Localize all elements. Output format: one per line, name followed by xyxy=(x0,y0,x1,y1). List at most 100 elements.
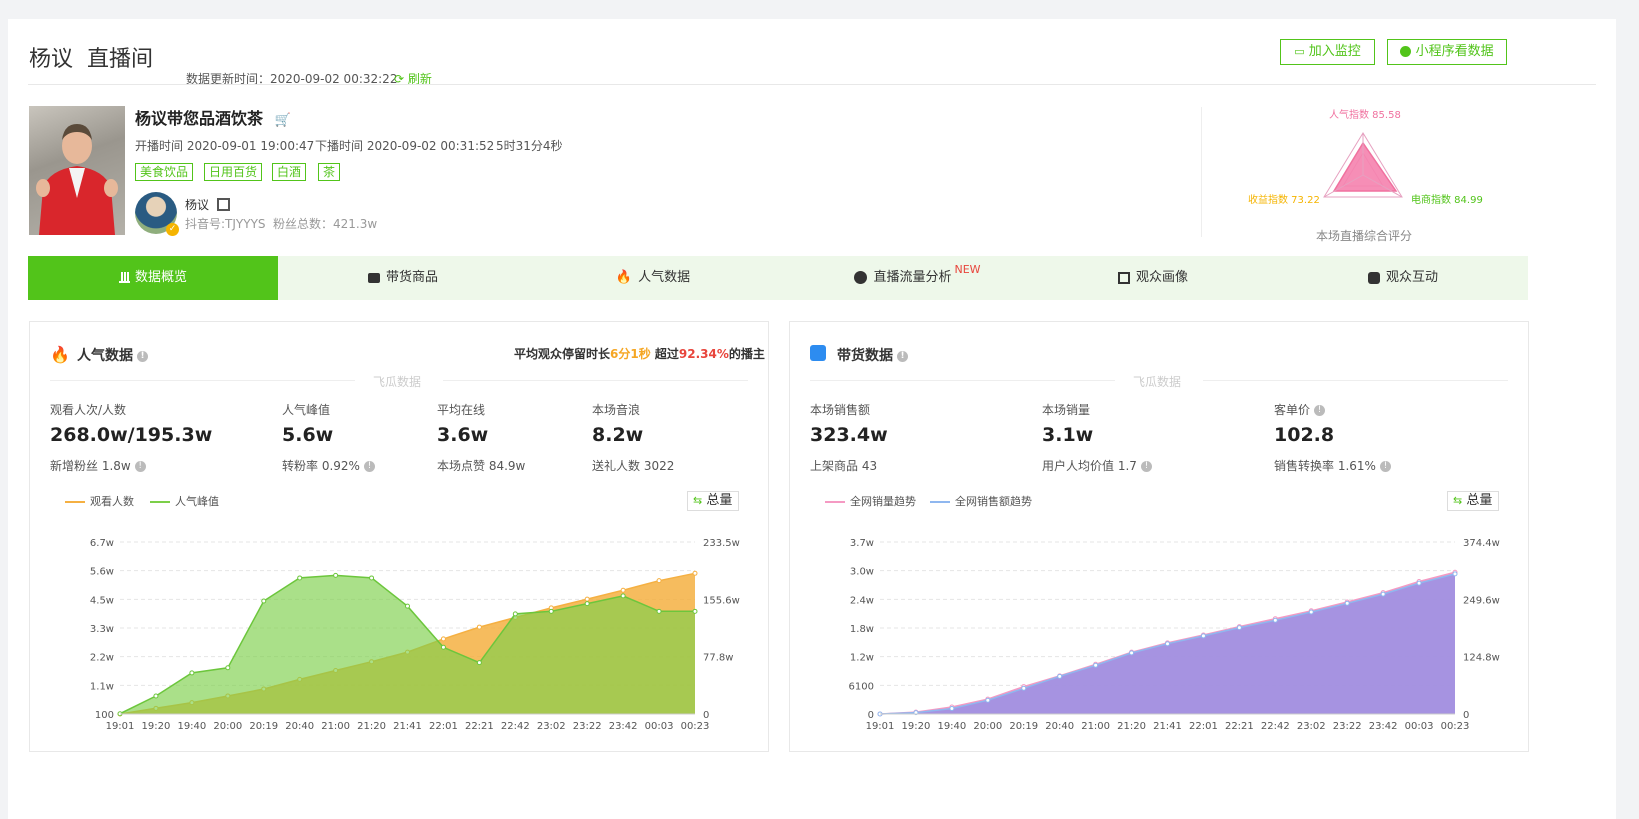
legend-volume-label: 全网销量趋势 xyxy=(850,495,916,508)
legend-peak[interactable]: 人气峰值 xyxy=(150,493,219,509)
category-tag[interactable]: 美食饮品 xyxy=(135,163,194,181)
popularity-index: 人气指数 85.58 xyxy=(1329,110,1401,121)
y-left-tick-label: 1.1w xyxy=(90,681,114,692)
stat-value: 3.6w xyxy=(437,424,489,446)
y-left-tick-label: 2.4w xyxy=(850,595,874,606)
swap-icon: ⇆ xyxy=(1453,494,1463,507)
avg-stay-time: 6分1秒 xyxy=(610,347,651,361)
info-icon[interactable]: ! xyxy=(134,461,146,472)
series-point xyxy=(584,601,590,607)
x-tick-label: 22:21 xyxy=(465,721,494,732)
tab-interaction-label: 观众互动 xyxy=(1385,270,1438,285)
total-button[interactable]: ⇆ 总量 xyxy=(687,491,740,511)
monitor-icon: ▭ xyxy=(1294,45,1305,58)
divider xyxy=(1203,380,1508,381)
legend-amount[interactable]: 全网销售额趋势 xyxy=(930,493,1032,509)
verified-badge-icon: ✓ xyxy=(166,223,179,236)
legend-amount-label: 全网销售额趋势 xyxy=(955,495,1032,508)
y-right-tick-label: 0 xyxy=(703,710,709,721)
page-title: 杨议 直播间 xyxy=(29,41,167,73)
x-tick-label: 20:19 xyxy=(1009,721,1038,732)
tab-interaction[interactable]: 观众互动 xyxy=(1278,256,1528,300)
avg-stay-prefix: 平均观众停留时长 xyxy=(514,347,611,361)
bar-chart-icon xyxy=(118,272,130,283)
tab-traffic[interactable]: 直播流量分析 NEW xyxy=(778,256,1028,300)
y-right-tick-label: 0 xyxy=(1463,710,1469,721)
series-point xyxy=(225,665,231,671)
series-point xyxy=(548,608,554,614)
basket-icon xyxy=(367,272,380,283)
miniapp-label: 小程序看数据 xyxy=(1415,44,1494,59)
host-avatar[interactable]: ✓ xyxy=(135,192,179,236)
x-tick-label: 20:40 xyxy=(1045,721,1074,732)
legend-line-marker xyxy=(65,501,85,503)
room-cover-image xyxy=(29,106,125,235)
stat-sub: 新增粉丝 1.8w! xyxy=(50,457,146,474)
y-left-tick-label: 100 xyxy=(95,710,114,721)
qrcode-icon[interactable] xyxy=(217,198,230,211)
tab-overview[interactable]: 数据概览 xyxy=(28,256,278,300)
swap-icon: ⇆ xyxy=(693,494,703,507)
miniapp-data-button[interactable]: 小程序看数据 xyxy=(1387,39,1507,65)
fire-icon: 🔥 xyxy=(50,345,70,364)
info-icon[interactable]: ! xyxy=(1314,405,1326,416)
x-tick-label: 21:00 xyxy=(1081,721,1110,732)
x-tick-label: 20:40 xyxy=(285,721,314,732)
stat-sub-text: 销售转换率 1.61% xyxy=(1274,459,1376,473)
y-left-tick-label: 3.7w xyxy=(850,538,874,549)
tab-products[interactable]: 带货商品 xyxy=(278,256,528,300)
y-left-tick-label: 1.8w xyxy=(850,624,874,635)
category-tag[interactable]: 白酒 xyxy=(272,163,307,181)
category-tag[interactable]: 茶 xyxy=(318,163,341,181)
stat-label: 本场销售额 xyxy=(810,403,871,417)
avg-stay-suffix: 的播主 xyxy=(728,347,765,361)
tab-popularity[interactable]: 🔥 人气数据 xyxy=(528,256,778,300)
series-point xyxy=(476,624,482,630)
y-right-tick-label: 249.6w xyxy=(1463,595,1500,606)
host-name[interactable]: 杨议 xyxy=(185,196,209,213)
info-icon[interactable]: ! xyxy=(137,350,148,362)
legend-watch[interactable]: 观看人数 xyxy=(65,493,134,509)
y-left-tick-label: 3.0w xyxy=(850,567,874,578)
x-tick-label: 22:01 xyxy=(429,721,458,732)
avg-stay-summary: 平均观众停留时长6分1秒 超过92.34%的播主 xyxy=(514,345,765,362)
income-index: 收益指数 73.22 xyxy=(1248,195,1320,206)
info-icon[interactable]: ! xyxy=(1379,461,1391,472)
series-point xyxy=(153,693,159,699)
series-point xyxy=(1380,591,1386,597)
info-icon[interactable]: ! xyxy=(1140,461,1152,472)
series-point xyxy=(692,570,698,576)
x-tick-label: 23:42 xyxy=(1369,721,1398,732)
series-point xyxy=(949,705,955,711)
live-room-page: 杨议 直播间 数据更新时间：2020-09-02 00:32:22 ⟳ 刷新 ▭ … xyxy=(8,19,1616,819)
tab-popularity-label: 人气数据 xyxy=(638,270,691,285)
tab-audience[interactable]: 观众画像 xyxy=(1028,256,1278,300)
room-title: 杨议带您品酒饮茶 🛒 xyxy=(135,105,291,129)
stat-sub-text: 转粉率 0.92% xyxy=(282,459,360,473)
cart-icon: 🛒 xyxy=(274,113,291,128)
x-tick-label: 00:23 xyxy=(681,721,710,732)
series-point xyxy=(1057,673,1063,679)
x-tick-label: 23:42 xyxy=(609,721,638,732)
y-left-tick-label: 3.3w xyxy=(90,624,114,635)
popularity-title-text: 人气数据 xyxy=(77,348,133,364)
add-monitor-button[interactable]: ▭ 加入监控 xyxy=(1280,39,1375,65)
series-point xyxy=(512,611,518,617)
stat-label: 本场音浪 xyxy=(592,403,641,417)
total-button[interactable]: ⇆ 总量 xyxy=(1447,491,1500,511)
stat-label: 人气峰值 xyxy=(282,403,331,417)
info-icon[interactable]: ! xyxy=(363,461,375,472)
stat-value: 3.1w xyxy=(1042,424,1094,446)
series-point xyxy=(692,608,698,614)
shopping-bag-icon xyxy=(810,345,826,361)
info-icon[interactable]: ! xyxy=(897,350,908,362)
category-tag[interactable]: 日用百货 xyxy=(204,163,263,181)
fire-icon: 🔥 xyxy=(615,270,633,285)
popularity-title: 人气数据! xyxy=(77,345,148,365)
y-right-tick-label: 155.6w xyxy=(703,595,740,606)
legend-volume[interactable]: 全网销量趋势 xyxy=(825,493,916,509)
douyin-id: 抖音号:TJYYYS xyxy=(185,217,266,231)
series-point xyxy=(476,660,482,666)
series-point xyxy=(985,697,991,703)
score-divider xyxy=(1201,107,1202,237)
